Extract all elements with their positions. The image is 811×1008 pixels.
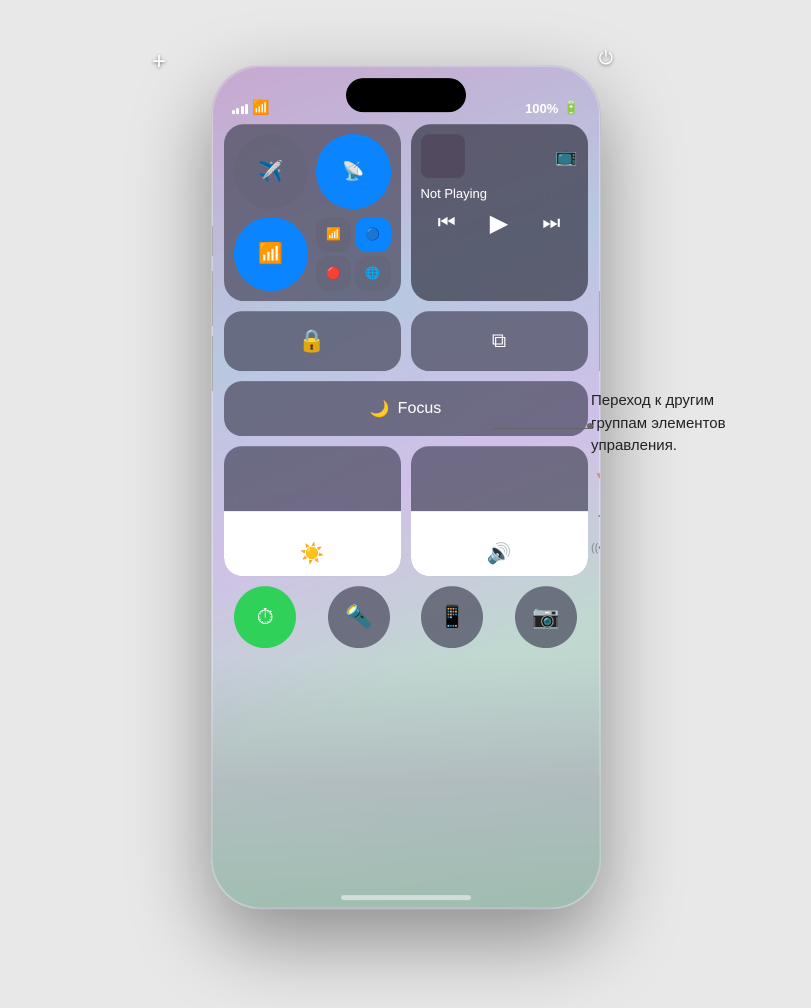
signal-bars bbox=[232, 102, 249, 114]
play-button[interactable]: ▶ bbox=[490, 209, 508, 238]
brightness-slider[interactable]: ☀️ bbox=[224, 446, 401, 576]
brightness-icon: ☀️ bbox=[300, 541, 325, 566]
media-top: 📺 bbox=[421, 134, 578, 178]
timer-button[interactable]: ⏱ bbox=[234, 586, 296, 648]
volume-down-button[interactable] bbox=[211, 336, 213, 391]
status-left: 📶 bbox=[232, 99, 270, 116]
bar3 bbox=[241, 106, 244, 114]
globe-button[interactable]: 🌐 bbox=[355, 256, 390, 291]
camera-icon: 📷 bbox=[532, 604, 559, 630]
bluetooth-button[interactable]: 🔵 bbox=[355, 217, 390, 252]
hotspot-button[interactable]: 📡 bbox=[316, 134, 391, 209]
media-player-block: 📺 Not Playing ⏮ ▶ ⏭ bbox=[411, 124, 588, 301]
lock-mirror-row: 🔒 ⧉ bbox=[224, 311, 588, 371]
connectivity-media-row: ✈️ 📡 📶 📶 bbox=[224, 124, 588, 301]
camera-button[interactable]: 📷 bbox=[515, 586, 577, 648]
power-button[interactable] bbox=[599, 291, 601, 371]
phone-wrapper: Переход к другим группам элементов управ… bbox=[0, 0, 811, 1008]
mute-button[interactable] bbox=[211, 226, 213, 256]
album-art bbox=[421, 134, 465, 178]
wifi-status-icon: 📶 bbox=[252, 99, 269, 116]
airdrop-button[interactable]: 🔴 bbox=[316, 256, 351, 291]
remote-icon: 📱 bbox=[439, 604, 466, 630]
hotspot-icon: 📡 bbox=[342, 161, 364, 182]
now-playing-text: Not Playing bbox=[421, 186, 578, 201]
status-right: 100% 🔋 bbox=[525, 100, 579, 116]
flashlight-icon: 🔦 bbox=[345, 604, 372, 630]
screen-mirror-icon: ⧉ bbox=[492, 330, 506, 353]
wifi-button[interactable]: 📶 bbox=[234, 217, 309, 292]
fast-forward-button[interactable]: ⏭ bbox=[542, 212, 560, 235]
airplane-icon: ✈️ bbox=[258, 159, 283, 184]
add-widget-button[interactable]: + bbox=[152, 48, 166, 76]
remote-button[interactable]: 📱 bbox=[421, 586, 483, 648]
cell-icon: 📶 bbox=[326, 227, 341, 241]
heart-icon: ♥ bbox=[596, 468, 600, 483]
connectivity-block: ✈️ 📡 📶 📶 bbox=[224, 124, 401, 301]
slider-side-icons: ♥ ♪ ((•)) bbox=[591, 446, 601, 576]
moon-icon: 🌙 bbox=[370, 399, 390, 419]
timer-icon: ⏱ bbox=[257, 604, 274, 630]
rewind-button[interactable]: ⏮ bbox=[438, 212, 456, 235]
phone-bg-blur bbox=[212, 658, 600, 908]
annotation-text: Переход к другим группам элементов управ… bbox=[591, 390, 791, 458]
home-indicator[interactable] bbox=[341, 895, 471, 900]
screen-lock-button[interactable]: 🔒 bbox=[224, 311, 401, 371]
volume-up-button[interactable] bbox=[211, 271, 213, 326]
focus-label: Focus bbox=[398, 400, 442, 418]
music-note-icon: ♪ bbox=[597, 505, 601, 520]
power-icon-button[interactable]: ⏻ bbox=[599, 48, 613, 69]
airplay-icon[interactable]: 📺 bbox=[555, 146, 577, 167]
media-controls: ⏮ ▶ ⏭ bbox=[421, 209, 578, 238]
bluetooth-icon: 🔵 bbox=[365, 227, 380, 241]
globe-icon: 🌐 bbox=[365, 266, 380, 280]
annotation-line bbox=[493, 428, 593, 429]
volume-icon: 🔊 bbox=[487, 541, 512, 566]
flashlight-button[interactable]: 🔦 bbox=[328, 586, 390, 648]
bottom-controls-row: ⏱ 🔦 📱 📷 bbox=[224, 586, 588, 648]
bar1 bbox=[232, 110, 235, 114]
cell-button[interactable]: 📶 bbox=[316, 217, 351, 252]
phone-frame: 📶 100% 🔋 ✈️ 📡 bbox=[211, 65, 601, 909]
wifi-icon: 📶 bbox=[258, 241, 283, 266]
battery-icon: 🔋 bbox=[563, 100, 579, 116]
airplane-mode-button[interactable]: ✈️ bbox=[234, 134, 309, 209]
volume-slider[interactable]: 🔊 bbox=[411, 446, 588, 576]
lock-rotation-icon: 🔒 bbox=[298, 328, 325, 354]
signal-waves-icon: ((•)) bbox=[591, 542, 601, 554]
dynamic-island bbox=[346, 78, 466, 112]
bar2 bbox=[236, 108, 239, 114]
battery-percent: 100% bbox=[525, 101, 558, 116]
sliders-row: ☀️ 🔊 bbox=[224, 446, 588, 576]
sub-controls: 📶 🔵 🔴 🌐 bbox=[316, 217, 391, 292]
screen-mirror-button[interactable]: ⧉ bbox=[411, 311, 588, 371]
bar4 bbox=[245, 104, 248, 114]
sliders-area: ☀️ 🔊 ♥ ♪ ((•)) bbox=[224, 446, 588, 576]
annotation-dot bbox=[587, 423, 593, 429]
airdrop-icon: 🔴 bbox=[326, 266, 341, 280]
